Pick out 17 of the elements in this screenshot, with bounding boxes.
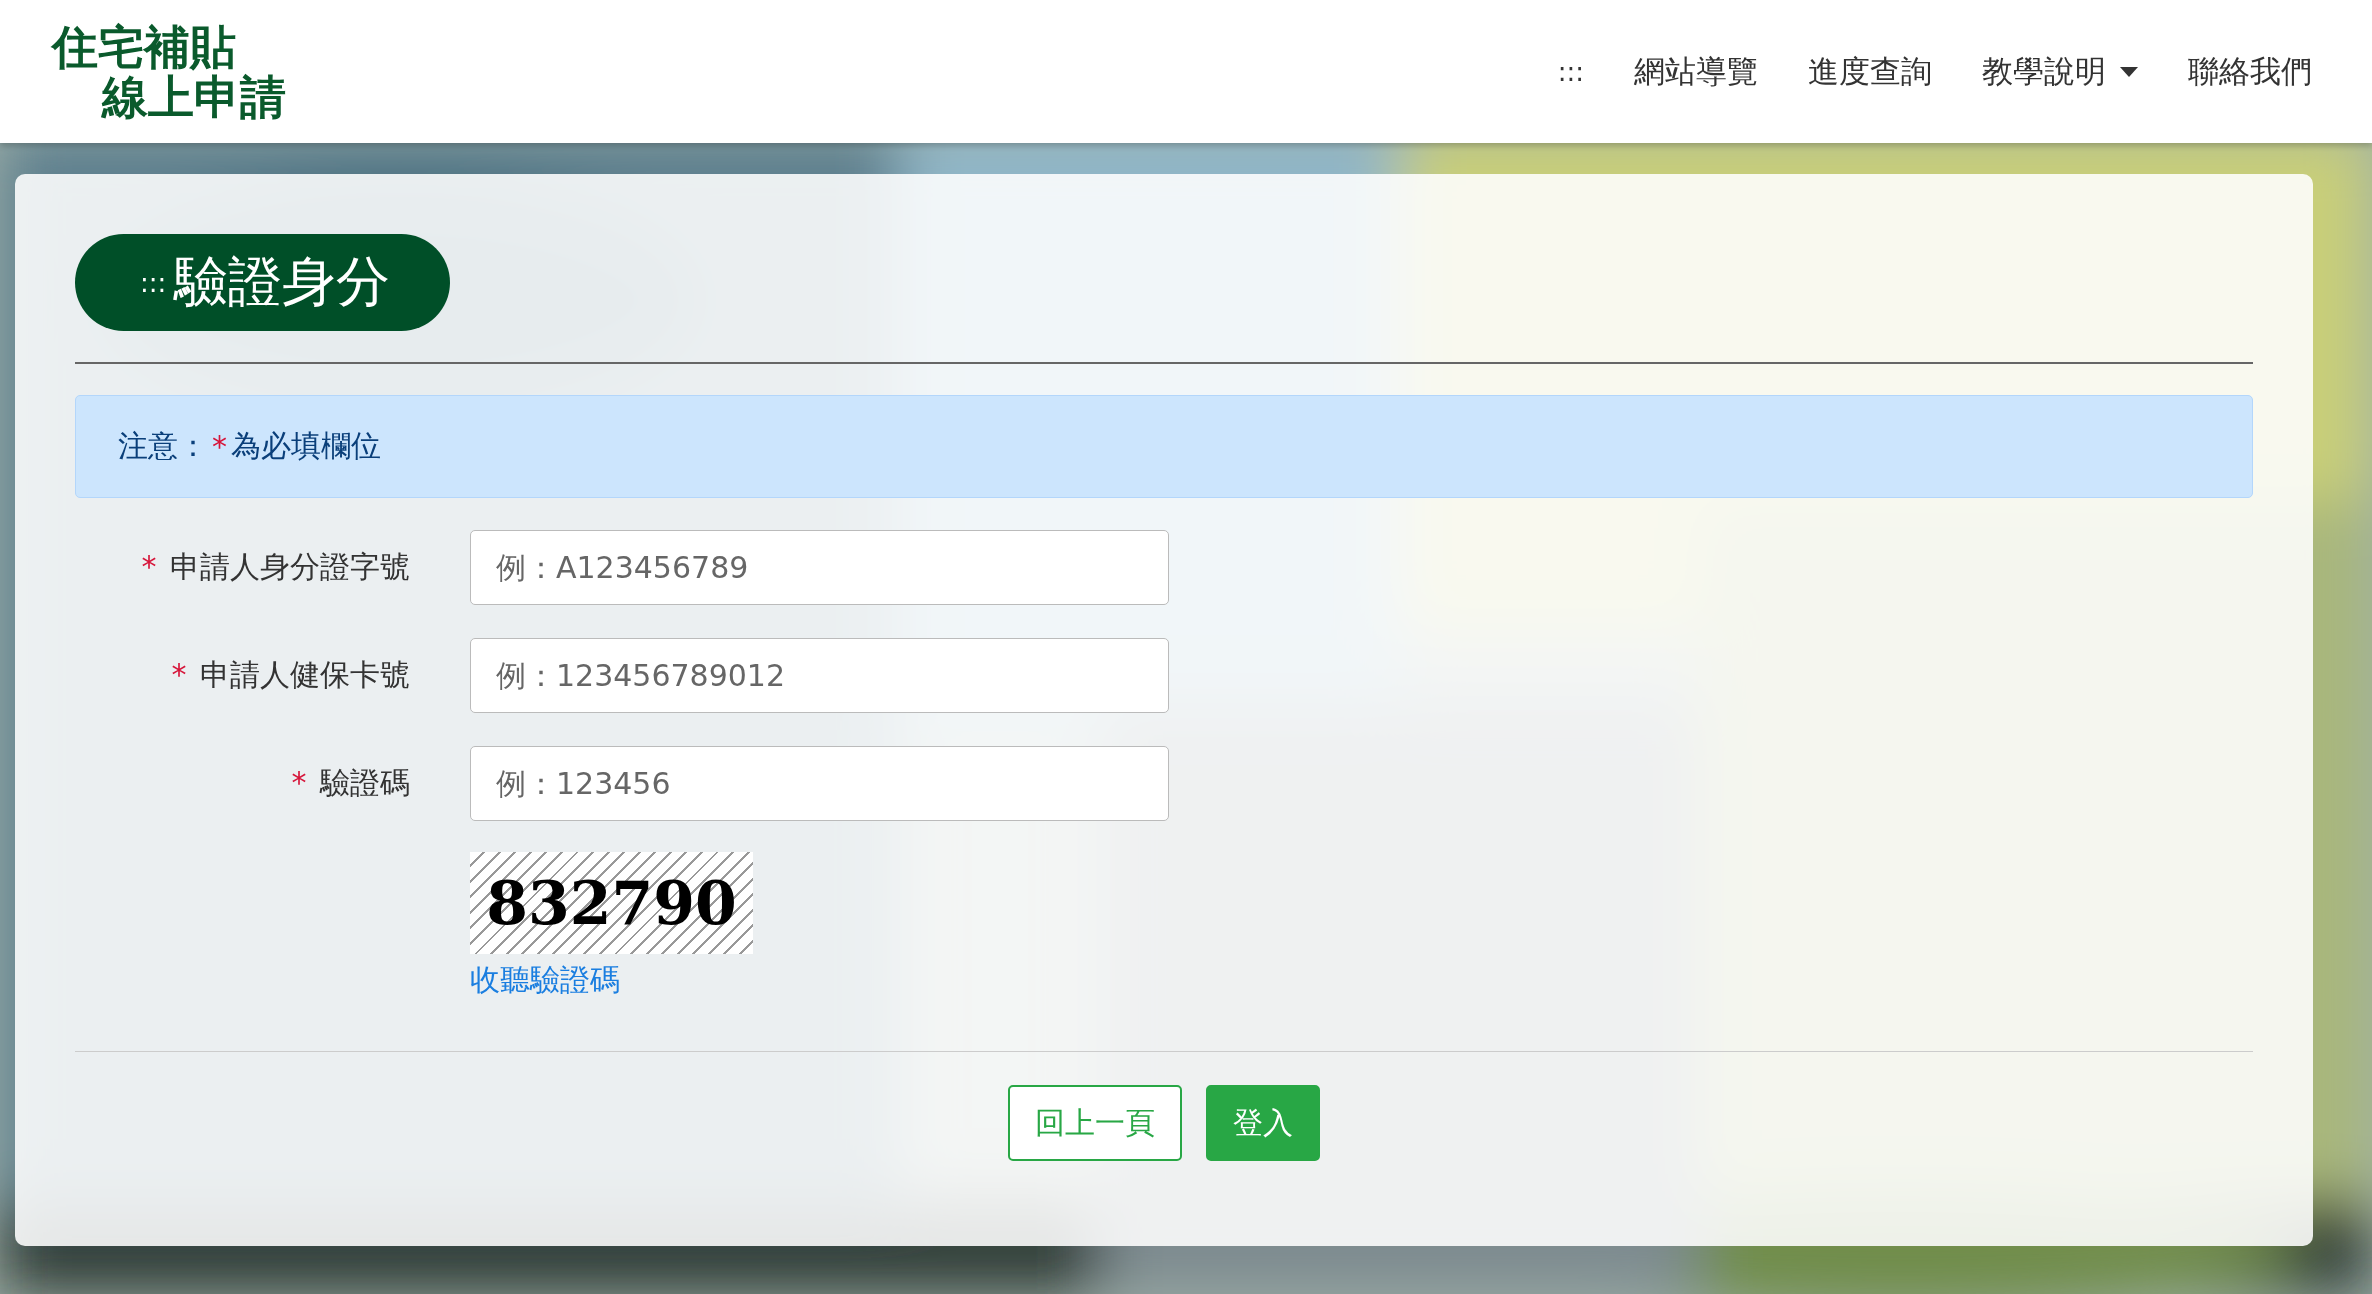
- nav-link[interactable]: 網站導覽: [1634, 50, 1758, 93]
- input-field[interactable]: 例：123456: [470, 746, 1169, 821]
- accesskey-link[interactable]: :::: [1557, 56, 1584, 87]
- nav-link[interactable]: 進度查詢: [1808, 50, 1932, 93]
- nav-dropdown[interactable]: 教學說明: [1982, 50, 2138, 93]
- field-label: * 驗證碼: [290, 764, 410, 802]
- input-field[interactable]: 例：A123456789: [470, 530, 1169, 605]
- input-field[interactable]: 例：123456789012: [470, 638, 1169, 713]
- caret-icon: [2120, 66, 2138, 77]
- nav-link[interactable]: 聯絡我們: [2188, 50, 2312, 93]
- audio-captcha-link[interactable]: 收聽驗證碼: [470, 960, 753, 1001]
- page-title: :::驗證身分: [75, 234, 451, 331]
- captcha-image: 832790: [470, 852, 753, 954]
- notice-message: 注意：*為必填欄位: [75, 395, 2253, 498]
- field-label: * 申請人身分證字號: [140, 548, 410, 586]
- field-label: * 申請人健保卡號: [170, 656, 410, 694]
- logo[interactable]: 住宅補貼 線上申請: [52, 21, 286, 122]
